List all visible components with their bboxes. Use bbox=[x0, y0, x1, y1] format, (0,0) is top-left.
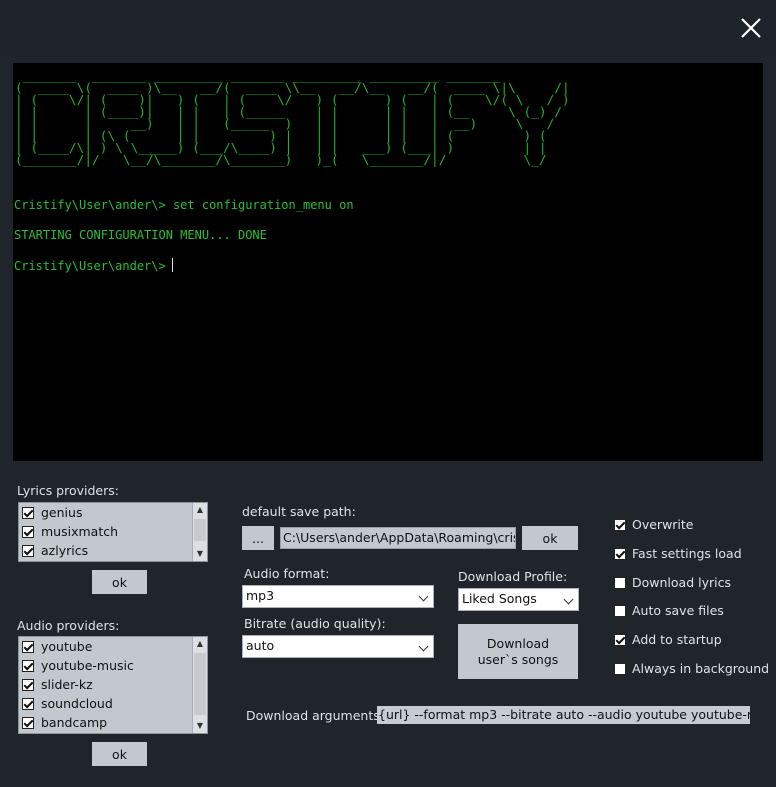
download-arguments-label: Download arguments: bbox=[246, 708, 384, 723]
bitrate-value: auto bbox=[246, 638, 275, 653]
save-path-label: default save path: bbox=[242, 504, 356, 519]
scroll-up-icon[interactable]: ▲ bbox=[193, 503, 207, 517]
terminal-line-command: Cristify\User\ander\> set configuration_… bbox=[14, 198, 354, 212]
list-item-label: bandcamp bbox=[41, 715, 108, 730]
audio-scrollbar[interactable]: ▲ ▼ bbox=[192, 637, 207, 733]
option-overwrite[interactable]: Overwrite bbox=[614, 517, 694, 532]
list-item-label: slider-kz bbox=[41, 677, 93, 692]
scroll-up-icon[interactable]: ▲ bbox=[193, 637, 207, 651]
scroll-thumb[interactable] bbox=[194, 653, 206, 715]
list-item[interactable]: soundcloud bbox=[19, 694, 189, 713]
list-item-label: genius bbox=[41, 505, 83, 520]
lyrics-providers-label: Lyrics providers: bbox=[17, 483, 119, 498]
terminal-console[interactable]: _______ _______ _________ _______ ______… bbox=[13, 63, 763, 461]
option-always-in-background[interactable]: Always in background bbox=[614, 661, 769, 676]
list-item-label: musixmatch bbox=[41, 524, 119, 539]
audio-providers-label: Audio providers: bbox=[17, 618, 120, 633]
terminal-prompt: Cristify\User\ander\> bbox=[14, 259, 166, 273]
bitrate-label: Bitrate (audio quality): bbox=[244, 616, 386, 631]
list-item[interactable]: azlyrics bbox=[19, 541, 189, 560]
option-label: Always in background bbox=[632, 661, 770, 676]
audio-format-label: Audio format: bbox=[244, 566, 330, 581]
chevron-down-icon bbox=[418, 591, 429, 602]
audio-format-select[interactable]: mp3 bbox=[242, 585, 434, 608]
list-item[interactable]: youtube bbox=[19, 637, 189, 656]
save-path-input[interactable]: C:\Users\ander\AppData\Roaming\crissy bbox=[280, 527, 516, 549]
list-item[interactable]: bandcamp bbox=[19, 713, 189, 732]
list-item-label: youtube-music bbox=[41, 658, 134, 673]
checkbox[interactable] bbox=[22, 659, 34, 672]
audio-ok-button[interactable]: ok bbox=[92, 742, 147, 766]
list-item[interactable]: slider-kz bbox=[19, 675, 189, 694]
ascii-banner: _______ _______ _________ _______ ______… bbox=[15, 69, 570, 168]
title-bar bbox=[0, 0, 776, 54]
close-icon bbox=[741, 18, 761, 38]
checkbox[interactable] bbox=[614, 662, 626, 675]
list-item-label: soundcloud bbox=[41, 696, 113, 711]
list-item-label: azlyrics bbox=[41, 543, 89, 558]
option-label: Fast settings load bbox=[632, 546, 742, 561]
checkbox[interactable] bbox=[614, 633, 626, 646]
option-label: Overwrite bbox=[632, 517, 694, 532]
checkbox[interactable] bbox=[22, 544, 34, 557]
option-fast-settings-load[interactable]: Fast settings load bbox=[614, 546, 742, 561]
chevron-down-icon bbox=[418, 641, 429, 652]
lyrics-providers-list[interactable]: genius musixmatch azlyrics ▲ ▼ bbox=[18, 502, 208, 562]
checkbox[interactable] bbox=[22, 716, 34, 729]
option-label: Download lyrics bbox=[632, 575, 731, 590]
checkbox[interactable] bbox=[614, 576, 626, 589]
list-item[interactable]: musixmatch bbox=[19, 522, 189, 541]
close-button[interactable] bbox=[733, 10, 769, 46]
checkbox[interactable] bbox=[22, 678, 34, 691]
scroll-down-icon[interactable]: ▼ bbox=[193, 719, 207, 733]
checkbox[interactable] bbox=[614, 518, 626, 531]
download-arguments-input[interactable]: {url} --format mp3 --bitrate auto --audi… bbox=[377, 706, 750, 724]
option-download-lyrics[interactable]: Download lyrics bbox=[614, 575, 731, 590]
scroll-down-icon[interactable]: ▼ bbox=[193, 547, 207, 561]
option-add-to-startup[interactable]: Add to startup bbox=[614, 632, 722, 647]
checkbox[interactable] bbox=[22, 697, 34, 710]
checkbox[interactable] bbox=[22, 525, 34, 538]
text-cursor bbox=[171, 258, 173, 272]
list-item[interactable]: youtube-music bbox=[19, 656, 189, 675]
scroll-thumb[interactable] bbox=[194, 519, 206, 541]
checkbox[interactable] bbox=[22, 640, 34, 653]
terminal-line-prompt: Cristify\User\ander\> bbox=[14, 258, 173, 273]
lyrics-scrollbar[interactable]: ▲ ▼ bbox=[192, 503, 207, 561]
option-auto-save-files[interactable]: Auto save files bbox=[614, 603, 724, 618]
option-label: Add to startup bbox=[632, 632, 722, 647]
checkbox[interactable] bbox=[614, 604, 626, 617]
download-profile-value: Liked Songs bbox=[462, 591, 537, 606]
list-item[interactable]: genius bbox=[19, 503, 189, 522]
chevron-down-icon bbox=[563, 594, 574, 605]
download-user-songs-button[interactable]: Download user`s songs bbox=[458, 624, 578, 679]
audio-providers-list[interactable]: youtube youtube-music slider-kz soundclo… bbox=[18, 636, 208, 734]
audio-format-value: mp3 bbox=[246, 588, 275, 603]
lyrics-ok-button[interactable]: ok bbox=[92, 570, 147, 594]
bitrate-select[interactable]: auto bbox=[242, 635, 434, 658]
download-profile-select[interactable]: Liked Songs bbox=[458, 588, 579, 611]
terminal-line-status: STARTING CONFIGURATION MENU... DONE bbox=[14, 228, 267, 242]
checkbox[interactable] bbox=[614, 547, 626, 560]
checkbox[interactable] bbox=[22, 506, 34, 519]
download-profile-label: Download Profile: bbox=[458, 569, 568, 584]
option-label: Auto save files bbox=[632, 603, 724, 618]
list-item-label: youtube bbox=[41, 639, 93, 654]
save-path-ok-button[interactable]: ok bbox=[522, 526, 578, 550]
browse-button[interactable]: ... bbox=[242, 526, 274, 550]
